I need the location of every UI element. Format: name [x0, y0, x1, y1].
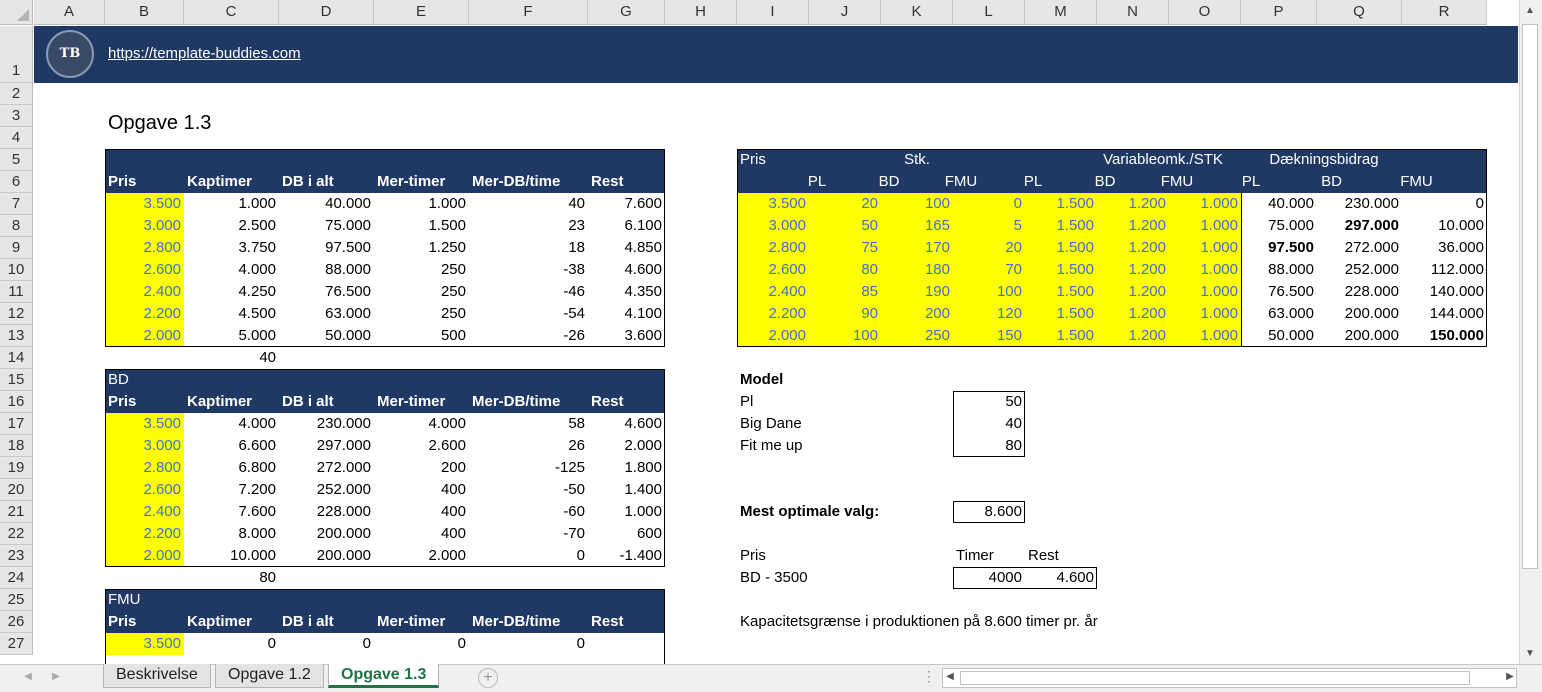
- row-header-7[interactable]: 7: [0, 193, 33, 215]
- right-table-border: [737, 149, 1487, 347]
- template-buddies-link[interactable]: https://template-buddies.com: [108, 45, 301, 62]
- sheet-tab-opgave-1-3[interactable]: Opgave 1.3: [328, 664, 440, 688]
- row-header-10[interactable]: 10: [0, 259, 33, 281]
- row-header-25[interactable]: 25: [0, 589, 33, 611]
- select-all-corner[interactable]: [0, 0, 33, 25]
- row-header-20[interactable]: 20: [0, 479, 33, 501]
- add-sheet-icon[interactable]: +: [478, 668, 498, 688]
- column-header-f[interactable]: F: [469, 0, 588, 25]
- page-title: Opgave 1.3: [108, 112, 212, 134]
- tab-split-handle-icon[interactable]: ⋮: [922, 668, 936, 685]
- row-header-8[interactable]: 8: [0, 215, 33, 237]
- scroll-up-icon[interactable]: ▲: [1520, 5, 1540, 16]
- capacity-note: Kapacitetsgrænse i produktionen på 8.600…: [740, 613, 1098, 630]
- model-title: Model: [740, 371, 784, 388]
- sheet-tab-beskrivelse[interactable]: Beskrivelse: [103, 664, 211, 688]
- timer-label: Timer: [956, 547, 994, 564]
- horizontal-scroll-thumb[interactable]: [960, 671, 1470, 685]
- column-header-l[interactable]: L: [953, 0, 1025, 25]
- rest-label: Rest: [1028, 547, 1059, 564]
- pl_table-border: [105, 149, 665, 347]
- row-header-19[interactable]: 19: [0, 457, 33, 479]
- row-header-23[interactable]: 23: [0, 545, 33, 567]
- row-header-2[interactable]: 2: [0, 83, 33, 105]
- bd_table-border: [105, 369, 665, 567]
- sheet-tab-opgave-1-2[interactable]: Opgave 1.2: [215, 664, 324, 688]
- template-buddies-logo: TB: [46, 30, 94, 78]
- row-header-18[interactable]: 18: [0, 435, 33, 457]
- column-header-c[interactable]: C: [184, 0, 279, 25]
- fmu_table-border: [105, 589, 665, 669]
- spreadsheet-grid[interactable]: ABCDEFGHIJKLMNOPQR 1 2 3 4 5 6 7 8 9 10 11 12 13 14 15…: [0, 0, 1542, 692]
- vertical-scroll-thumb[interactable]: [1522, 24, 1538, 569]
- row-header-15[interactable]: 15: [0, 369, 33, 391]
- pris-label: Pris: [740, 547, 766, 564]
- row-header-13[interactable]: 13: [0, 325, 33, 347]
- model-item-label: Fit me up: [740, 437, 803, 454]
- row-header-26[interactable]: 26: [0, 611, 33, 633]
- right-table-divider: [1241, 193, 1242, 347]
- prev-sheet-icon[interactable]: ◀: [18, 671, 38, 682]
- optimal-value-box: [953, 501, 1025, 523]
- column-header-r[interactable]: R: [1402, 0, 1487, 25]
- model-item-label: Pl: [740, 393, 754, 410]
- column-header-d[interactable]: D: [279, 0, 374, 25]
- column-header-g[interactable]: G: [588, 0, 665, 25]
- column-header-q[interactable]: Q: [1317, 0, 1402, 25]
- column-header-j[interactable]: J: [809, 0, 881, 25]
- row-header-24[interactable]: 24: [0, 567, 33, 589]
- pl_table-below-value[interactable]: 40: [184, 347, 279, 369]
- scroll-left-icon[interactable]: ◀: [940, 671, 960, 682]
- row-header-14[interactable]: 14: [0, 347, 33, 369]
- optimal-label: Mest optimale valg:: [740, 503, 880, 520]
- column-header-a[interactable]: A: [34, 0, 105, 25]
- row-header-11[interactable]: 11: [0, 281, 33, 303]
- column-header-n[interactable]: N: [1097, 0, 1169, 25]
- choice-label: BD - 3500: [740, 569, 808, 586]
- row-header-6[interactable]: 6: [0, 171, 33, 193]
- next-sheet-icon[interactable]: ▶: [46, 671, 66, 682]
- scroll-down-icon[interactable]: ▼: [1520, 648, 1540, 659]
- row-header-27[interactable]: 27: [0, 633, 33, 655]
- row-header-5[interactable]: 5: [0, 149, 33, 171]
- model-values-box: [953, 391, 1025, 457]
- row-header-4[interactable]: 4: [0, 127, 33, 149]
- row-header-17[interactable]: 17: [0, 413, 33, 435]
- row-header-21[interactable]: 21: [0, 501, 33, 523]
- choice-box: [953, 567, 1097, 589]
- row-header-16[interactable]: 16: [0, 391, 33, 413]
- column-header-h[interactable]: H: [665, 0, 737, 25]
- column-header-b[interactable]: B: [105, 0, 184, 25]
- column-header-m[interactable]: M: [1025, 0, 1097, 25]
- row-header-12[interactable]: 12: [0, 303, 33, 325]
- column-header-o[interactable]: O: [1169, 0, 1241, 25]
- model-item-label: Big Dane: [740, 415, 802, 432]
- column-header-e[interactable]: E: [374, 0, 469, 25]
- row-header-1[interactable]: 1: [0, 26, 33, 83]
- row-header-3[interactable]: 3: [0, 105, 33, 127]
- row-header-9[interactable]: 9: [0, 237, 33, 259]
- scroll-right-icon[interactable]: ▶: [1500, 671, 1520, 682]
- column-header-i[interactable]: I: [737, 0, 809, 25]
- column-header-p[interactable]: P: [1241, 0, 1317, 25]
- row-header-22[interactable]: 22: [0, 523, 33, 545]
- column-header-k[interactable]: K: [881, 0, 953, 25]
- bd_table-below-value[interactable]: 80: [184, 567, 279, 589]
